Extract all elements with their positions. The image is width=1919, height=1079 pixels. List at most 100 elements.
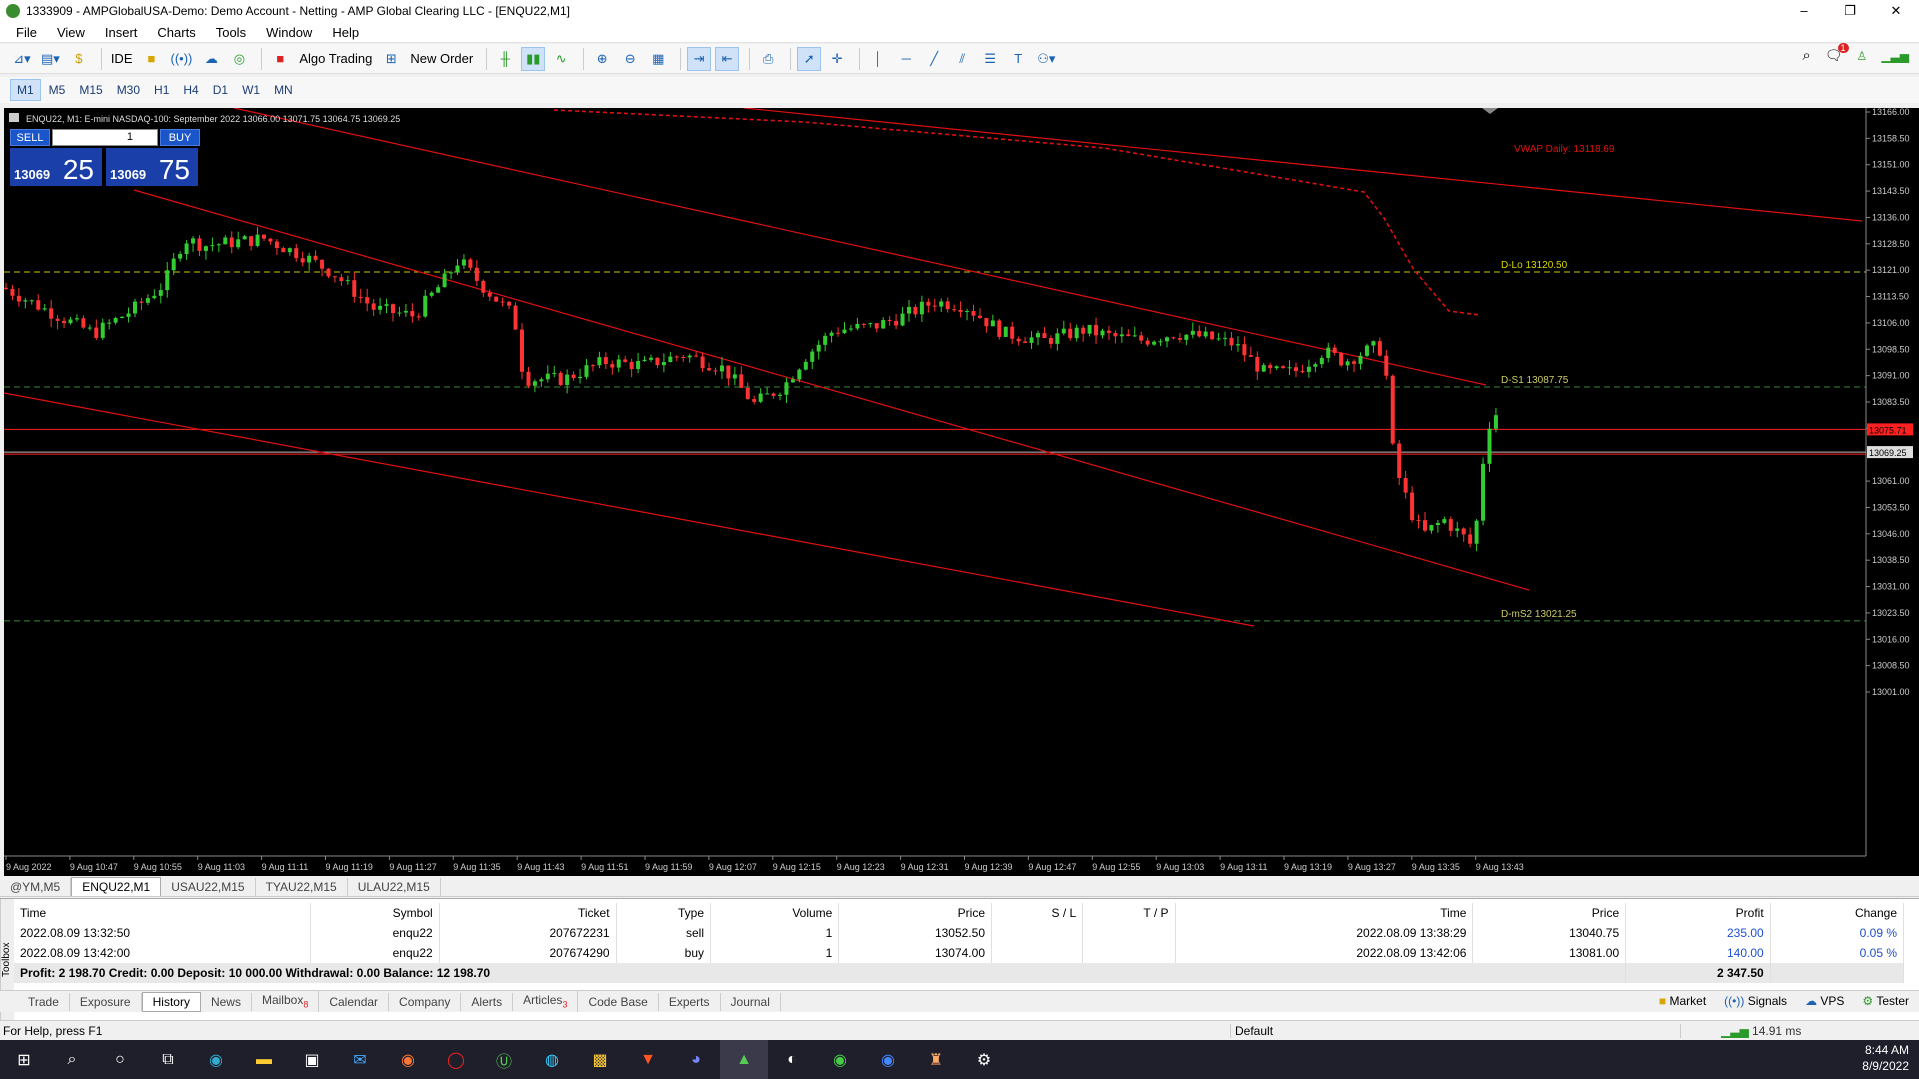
crosshair-icon[interactable]: ✛ [825, 47, 849, 71]
autoscroll-icon[interactable]: ⇥ [687, 46, 712, 71]
timeframe-d1[interactable]: D1 [207, 80, 234, 100]
task-view-icon[interactable]: ⧉ [144, 1040, 192, 1079]
windows-start-icon[interactable]: ⊞ [0, 1040, 48, 1079]
buy-button[interactable]: BUY [160, 129, 200, 146]
vertical-line-icon[interactable]: │ [866, 47, 890, 71]
tab-news[interactable]: News [201, 992, 252, 1011]
text-icon[interactable]: T [1006, 47, 1030, 71]
minimize-button[interactable]: – [1781, 0, 1827, 22]
tester-link[interactable]: ⚙ Tester [1862, 994, 1909, 1008]
sell-price-button[interactable]: 13069 25 [10, 148, 102, 186]
whatsapp-icon[interactable]: ◉ [816, 1040, 864, 1079]
market-link[interactable]: ■ Market [1659, 994, 1706, 1008]
col-tp[interactable]: T / P [1082, 903, 1176, 923]
app-icon-1[interactable]: ◍ [528, 1040, 576, 1079]
algo-trading-button[interactable]: Algo Trading [296, 47, 375, 71]
vps-link[interactable]: ☁ VPS [1805, 994, 1844, 1008]
app-icon-4[interactable]: ♜ [912, 1040, 960, 1079]
col-close-time[interactable]: Time [1175, 903, 1474, 923]
bar-chart-icon[interactable]: ╫ [493, 47, 517, 71]
taskbar-clock[interactable]: 8:44 AM 8/9/2022 [1862, 1042, 1909, 1074]
col-time[interactable]: Time [14, 903, 312, 923]
new-order-button[interactable]: New Order [407, 47, 476, 71]
edge-icon[interactable]: ◉ [192, 1040, 240, 1079]
chart-tab-tyau22[interactable]: TYAU22,M15 [256, 878, 348, 896]
chart-tab-enqu22[interactable]: ENQU22,M1 [71, 877, 162, 896]
tab-journal[interactable]: Journal [721, 992, 781, 1011]
signal-icon[interactable]: ((•)) [167, 47, 195, 71]
table-row[interactable]: 2022.08.09 13:42:00 enqu22 207674290 buy… [14, 943, 1905, 963]
chart-tab-ulau22[interactable]: ULAU22,M15 [348, 878, 441, 896]
chart-canvas[interactable]: D-Lo 13120.50 D-S1 13087.75 D-mS2 13021.25… [4, 108, 1919, 876]
signals-link[interactable]: ((•)) Signals [1724, 994, 1787, 1008]
ide-button[interactable]: IDE [108, 47, 136, 71]
timeframe-m30[interactable]: M30 [111, 80, 146, 100]
sell-button[interactable]: SELL [10, 129, 50, 146]
col-symbol[interactable]: Symbol [310, 903, 440, 923]
opera-icon[interactable]: ◯ [432, 1040, 480, 1079]
tab-calendar[interactable]: Calendar [319, 992, 390, 1011]
timeframe-m5[interactable]: M5 [43, 80, 72, 100]
trendline-icon[interactable]: ╱ [922, 47, 946, 71]
timeframe-m1[interactable]: M1 [10, 79, 41, 101]
brave-icon[interactable]: ▼ [624, 1040, 672, 1079]
menu-window[interactable]: Window [256, 25, 322, 40]
menu-file[interactable]: File [6, 25, 47, 40]
chart-shift-icon[interactable]: ⇤ [715, 46, 740, 71]
settings-icon[interactable]: ⚙ [960, 1040, 1008, 1079]
timeframe-h4[interactable]: H4 [177, 80, 204, 100]
table-row[interactable]: 2022.08.09 13:32:50 enqu22 207672231 sel… [14, 923, 1905, 943]
col-close-price[interactable]: Price [1472, 903, 1627, 923]
timeframe-h1[interactable]: H1 [148, 80, 175, 100]
bag-icon[interactable]: ■ [139, 47, 163, 71]
fibonacci-icon[interactable]: ☰ [978, 47, 1002, 71]
col-profit[interactable]: Profit [1625, 903, 1771, 923]
timeframe-mn[interactable]: MN [268, 80, 299, 100]
search-icon[interactable]: ⌕ [1802, 47, 1810, 64]
line-chart-icon[interactable]: ∿ [549, 47, 573, 71]
notification-icon[interactable]: 🗨 1 [1825, 43, 1849, 64]
shapes-icon[interactable]: ⚇▾ [1034, 47, 1058, 71]
profiles-icon[interactable]: ▤▾ [38, 47, 63, 71]
metatrader-icon[interactable]: ▲ [720, 1040, 768, 1079]
chart-menu-icon[interactable] [9, 113, 19, 122]
col-sl[interactable]: S / L [991, 903, 1084, 923]
qbittorrent-icon[interactable]: ◉ [864, 1040, 912, 1079]
firefox-icon[interactable]: ◉ [384, 1040, 432, 1079]
store-icon[interactable]: ▣ [288, 1040, 336, 1079]
cursor-icon[interactable]: ➚ [797, 46, 822, 71]
file-explorer-icon[interactable]: ▬ [240, 1040, 288, 1079]
tab-trade[interactable]: Trade [18, 992, 70, 1011]
col-change[interactable]: Change [1770, 903, 1905, 923]
menu-insert[interactable]: Insert [95, 25, 148, 40]
timeframe-m15[interactable]: M15 [73, 80, 108, 100]
tab-alerts[interactable]: Alerts [461, 992, 514, 1011]
menu-help[interactable]: Help [322, 25, 369, 40]
mail-icon[interactable]: ✉ [336, 1040, 384, 1079]
tab-company[interactable]: Company [389, 992, 462, 1011]
channel-icon[interactable]: ⫽ [950, 47, 974, 71]
tab-experts[interactable]: Experts [659, 992, 721, 1011]
buy-price-button[interactable]: 13069 75 [106, 148, 198, 186]
tab-history[interactable]: History [141, 991, 201, 1012]
cortana-icon[interactable]: ○ [96, 1040, 144, 1079]
screenshot-icon[interactable]: ⎙ [756, 47, 780, 71]
utorrent-icon[interactable]: Ⓤ [480, 1040, 528, 1079]
app-icon-2[interactable]: ▩ [576, 1040, 624, 1079]
grid-icon[interactable]: ▦ [646, 47, 670, 71]
tab-code-base[interactable]: Code Base [578, 992, 659, 1011]
zoom-out-icon[interactable]: ⊖ [618, 47, 642, 71]
horizontal-line-icon[interactable]: ─ [894, 47, 918, 71]
menu-tools[interactable]: Tools [206, 25, 256, 40]
new-chart-icon[interactable]: ⊿▾ [10, 47, 34, 71]
candlestick-icon[interactable]: ▮▮ [521, 46, 546, 71]
tab-exposure[interactable]: Exposure [70, 992, 142, 1011]
vps-icon[interactable]: ◎ [227, 47, 251, 71]
col-type[interactable]: Type [616, 903, 712, 923]
chart-tab-usau22[interactable]: USAU22,M15 [161, 878, 256, 896]
lot-size-input[interactable]: 1 [52, 129, 158, 146]
zoom-in-icon[interactable]: ⊕ [590, 47, 614, 71]
close-button[interactable]: ✕ [1873, 0, 1919, 22]
search-taskbar-icon[interactable]: ⌕ [48, 1040, 96, 1079]
account-icon[interactable]: ♙ [1857, 49, 1868, 63]
